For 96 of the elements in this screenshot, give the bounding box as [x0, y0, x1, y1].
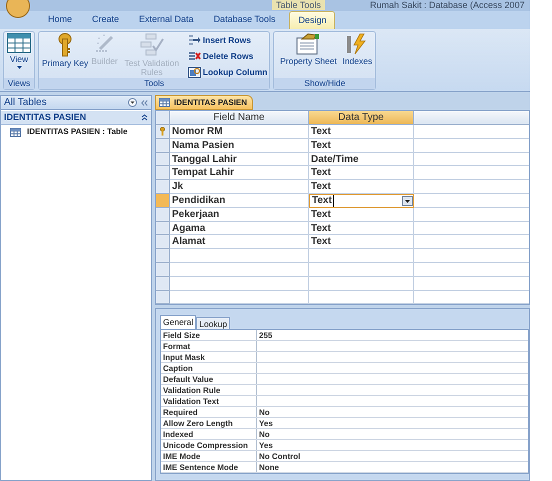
table-cell[interactable]: Alamat — [170, 235, 309, 250]
table-cell[interactable]: Pendidikan — [170, 194, 309, 208]
table-cell[interactable] — [309, 276, 414, 291]
row-selector[interactable] — [156, 125, 170, 139]
group-label: Show/Hide — [274, 78, 376, 89]
ribbon-tab[interactable]: Design — [289, 11, 336, 29]
column-header[interactable]: Data Type — [309, 111, 414, 125]
table-cell[interactable] — [309, 290, 414, 304]
row-selector[interactable] — [156, 152, 170, 166]
wand-icon — [94, 33, 116, 55]
property-name: Unicode Compression — [161, 440, 257, 450]
property-sheet-icon — [296, 33, 320, 55]
table-cell[interactable]: Text — [309, 208, 414, 222]
table-cell[interactable]: Pekerjaan — [170, 208, 309, 222]
table-cell[interactable]: Nomor RM — [170, 125, 309, 139]
ribbon-button[interactable]: View — [6, 33, 32, 69]
table-cell[interactable]: Jk — [170, 180, 309, 194]
table-cell[interactable]: Text — [309, 138, 414, 153]
table-cell[interactable] — [170, 276, 309, 291]
ribbon-button[interactable]: Delete Rows — [188, 49, 268, 64]
property-name: Required — [161, 407, 257, 417]
dropdown-icon[interactable] — [128, 98, 137, 107]
property-name: Indexed — [161, 429, 257, 439]
window-title: Rumah Sakit : Database (Access 2007 — [370, 0, 525, 10]
contextual-tab-title: Table Tools — [272, 0, 325, 10]
row-selector[interactable] — [156, 235, 170, 250]
table-cell[interactable]: Date/Time — [309, 152, 414, 166]
key-icon — [160, 126, 165, 136]
property-name: Caption — [161, 363, 257, 373]
nav-pane-title: All Tables — [4, 96, 47, 110]
property-name: IME Sentence Mode — [161, 462, 257, 472]
property-tab[interactable]: General — [160, 315, 196, 329]
table-cell[interactable]: Text — [309, 125, 414, 139]
row-selector[interactable] — [156, 222, 170, 236]
table-cell[interactable]: Text — [309, 235, 414, 250]
table-cell[interactable]: Tempat Lahir — [170, 166, 309, 180]
table-cell[interactable] — [170, 262, 309, 277]
ribbon-tab[interactable]: Database Tools — [208, 11, 282, 29]
row-selector[interactable] — [156, 208, 170, 222]
property-name: Validation Rule — [161, 385, 257, 395]
collapse-pane-icon[interactable] — [141, 100, 148, 106]
property-value[interactable]: Yes — [257, 440, 528, 450]
ribbon-tab[interactable]: Create — [86, 11, 126, 29]
row-selector[interactable] — [156, 249, 170, 263]
group-label: Views — [4, 78, 34, 89]
property-name: Format — [161, 341, 257, 351]
nav-item[interactable]: IDENTITAS PASIEN : Table — [1, 125, 151, 139]
property-tab[interactable]: Lookup — [196, 317, 230, 329]
row-selector[interactable] — [156, 276, 170, 291]
table-cell[interactable] — [170, 249, 309, 263]
select-all-corner[interactable] — [156, 111, 170, 125]
row-selector[interactable] — [156, 262, 170, 277]
flowchart-check-icon — [140, 33, 164, 57]
property-name: Validation Text — [161, 396, 257, 406]
key-icon — [58, 33, 72, 57]
property-name: Default Value — [161, 374, 257, 384]
table-cell[interactable] — [309, 262, 414, 277]
table-icon — [7, 33, 31, 53]
property-value[interactable]: No Control — [257, 451, 528, 461]
property-value[interactable]: Yes — [257, 418, 528, 428]
property-name: Allow Zero Length — [161, 418, 257, 428]
row-selector[interactable] — [156, 138, 170, 153]
data-type-dropdown[interactable]: Text — [309, 194, 414, 208]
property-value[interactable]: No — [257, 407, 528, 417]
table-cell[interactable] — [170, 290, 309, 304]
indexes-lightning-icon — [346, 33, 368, 55]
table-cell[interactable]: Text — [309, 166, 414, 180]
table-cell[interactable] — [309, 249, 414, 263]
ribbon-button[interactable]: Primary Key — [41, 33, 90, 68]
row-selector[interactable] — [156, 180, 170, 194]
table-icon — [10, 128, 21, 136]
property-value[interactable]: 255 — [257, 330, 528, 340]
table-cell[interactable]: Text — [309, 222, 414, 236]
property-name: IME Mode — [161, 451, 257, 461]
ribbon-button[interactable]: Indexes — [341, 33, 374, 66]
ribbon-button[interactable]: Property Sheet — [276, 33, 340, 66]
table-cell[interactable]: Nama Pasien — [170, 138, 309, 153]
table-cell[interactable]: Agama — [170, 222, 309, 236]
row-selector[interactable] — [156, 166, 170, 180]
ribbon-button[interactable]: Insert Rows — [188, 33, 268, 48]
lookup-column-icon — [188, 67, 201, 78]
property-value[interactable]: No — [257, 429, 528, 439]
collapse-group-icon[interactable] — [141, 114, 148, 121]
property-name: Field Size — [161, 330, 257, 340]
group-label: Tools — [39, 78, 270, 89]
delete-rows-icon — [188, 51, 201, 62]
row-selector[interactable] — [156, 290, 170, 304]
property-name: Input Mask — [161, 352, 257, 362]
column-header[interactable]: Field Name — [170, 111, 309, 125]
table-cell[interactable]: Tanggal Lahir — [170, 152, 309, 166]
ribbon-tab[interactable]: Home — [42, 11, 78, 29]
insert-rows-icon — [188, 35, 201, 46]
table-icon — [159, 98, 170, 107]
document-tab[interactable]: IDENTITAS PASIEN — [155, 95, 253, 110]
ribbon-tab[interactable]: External Data — [133, 11, 200, 29]
property-value[interactable]: None — [257, 462, 528, 472]
